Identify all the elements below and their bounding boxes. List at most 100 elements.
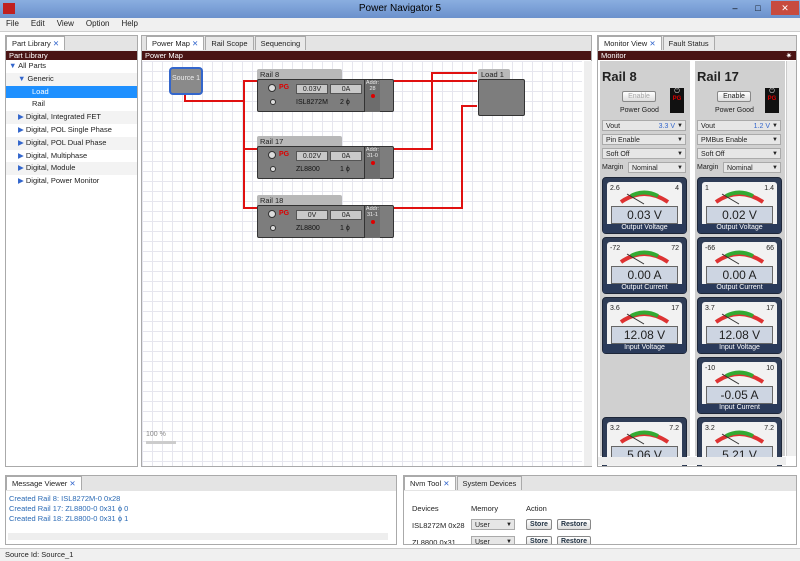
close-icon[interactable]: ✕ (649, 39, 655, 48)
gauge: -66 66 0.00 A Output Current (697, 237, 782, 294)
minimize-button[interactable]: – (725, 1, 745, 15)
rail-node[interactable]: PG 0.03V 0A ISL8272M 2 ϕ Addr: 28 (257, 79, 394, 112)
gauge-arc (619, 310, 670, 325)
voltage-readout: 0V (296, 210, 328, 220)
rail-title: Rail 17 (697, 69, 739, 84)
power-good-label: Power Good (715, 107, 754, 114)
enable-button[interactable]: Enable (717, 91, 751, 102)
gauge-arc (619, 190, 670, 205)
pg-label: PG (672, 96, 682, 102)
tree-item[interactable]: ▶ Digital, POL Dual Phase (6, 136, 137, 150)
enable-button[interactable]: Enable (622, 91, 656, 102)
restore-button[interactable]: Restore (557, 536, 591, 544)
soft-off-select[interactable]: Soft Off (602, 148, 686, 160)
led (370, 161, 375, 165)
gauge-label: Output Current (698, 284, 781, 293)
margin-select[interactable]: Nominal (723, 162, 781, 174)
nvm-tool-panel: Nvm Tool ✕ System Devices Devices Memory … (403, 475, 797, 545)
message-hscroll[interactable] (8, 533, 388, 540)
tree-item[interactable]: ▶ Digital, POL Single Phase (6, 124, 137, 137)
rail-node[interactable]: PG 0V 0A ZL8800 1 ϕ Addr: 31-1 (257, 205, 394, 238)
gauge-value: 12.08 V (611, 326, 678, 344)
margin-select[interactable]: Nominal (628, 162, 686, 174)
close-icon[interactable]: ✕ (69, 479, 75, 488)
vout-value: 3.3 V (658, 123, 675, 130)
restore-button[interactable]: Restore (557, 519, 591, 530)
margin-label: Margin (697, 164, 719, 171)
tab-system-devices[interactable]: System Devices (456, 476, 523, 490)
status-icon (270, 225, 276, 231)
gauge: -10 10 -0.05 A Input Current (697, 357, 782, 414)
tree-item[interactable]: ▶ Digital, Power Monitor (6, 175, 137, 188)
part-tree: ▼ All Parts ▼ Generic Load Rail ▶ Digita… (6, 60, 137, 188)
vout-field[interactable]: Vout 3.3 V (602, 120, 686, 132)
close-icon[interactable]: ✕ (192, 39, 198, 48)
settings-icon[interactable]: ✷ (786, 51, 792, 60)
memory-select[interactable]: User (471, 519, 515, 531)
memory-header: Memory (471, 504, 499, 513)
gauge: 2.6 4 0.03 V Output Voltage (602, 177, 687, 234)
enable-mode-select[interactable]: PMBus Enable (697, 134, 781, 146)
vout-label: Vout (606, 123, 621, 130)
tab-power-map[interactable]: Power Map ✕ (146, 36, 205, 50)
current-readout: 0A (330, 210, 362, 220)
menu-view[interactable]: View (51, 18, 80, 28)
tree-item-rail[interactable]: Rail (6, 98, 137, 111)
gauge-value: 0.03 V (611, 206, 678, 224)
enable-mode-select[interactable]: Pin Enable (602, 134, 686, 146)
title-bar: Power Navigator 5 – □ ✕ (0, 0, 800, 18)
load-node[interactable] (478, 79, 525, 116)
tree-item-load[interactable]: Load (6, 85, 137, 99)
gauge-arc (714, 250, 765, 265)
gauge-face: 3.7 17 12.08 V (702, 302, 777, 350)
tab-part-library[interactable]: Part Library ✕ (6, 36, 66, 50)
memory-select[interactable]: User (471, 536, 515, 544)
tab-message-viewer[interactable]: Message Viewer ✕ (6, 476, 82, 490)
current-readout: 0A (330, 84, 362, 94)
tab-rail-scope[interactable]: Rail Scope (205, 36, 254, 50)
chip-name: ISL8272M (296, 99, 328, 106)
power-map-header: Power Map (142, 51, 591, 60)
power-icon[interactable] (268, 84, 276, 92)
gauge-arc (714, 190, 765, 205)
vout-field[interactable]: Vout 1.2 V (697, 120, 781, 132)
tree-item[interactable]: ▶ Digital, Multiphase (6, 150, 137, 163)
source-node[interactable]: Source 1 (170, 68, 202, 94)
power-map-canvas[interactable]: Source 1 Load 1 Rail 8 PG 0.03V 0A ISL8272M 2… (142, 61, 582, 466)
tab-sequencing[interactable]: Sequencing (254, 36, 307, 50)
tree-item[interactable]: ▶ Digital, Module (6, 162, 137, 176)
vout-value: 1.2 V (753, 123, 770, 130)
soft-off-select[interactable]: Soft Off (697, 148, 781, 160)
store-button[interactable]: Store (526, 536, 552, 544)
close-button[interactable]: ✕ (771, 1, 799, 15)
monitor-hscroll[interactable] (598, 457, 786, 465)
tab-monitor-view[interactable]: Monitor View ✕ (598, 36, 662, 50)
gauge-label: Input Voltage (603, 344, 686, 353)
canvas-scrollbar[interactable] (584, 61, 592, 466)
tree-item[interactable]: ▼ All Parts (6, 60, 137, 73)
menu-help[interactable]: Help (115, 18, 143, 28)
zoom-slider[interactable] (146, 441, 176, 444)
close-icon[interactable]: ✕ (53, 39, 59, 48)
menu-option[interactable]: Option (80, 18, 116, 28)
gauge-value: 12.08 V (706, 326, 773, 344)
address-box: Addr: 31-0 (364, 147, 380, 179)
tree-item[interactable]: ▼ Generic (6, 72, 137, 86)
store-button[interactable]: Store (526, 519, 552, 530)
menu-file[interactable]: File (0, 18, 25, 28)
pg-indicator: PG (279, 84, 290, 91)
tab-nvm-tool[interactable]: Nvm Tool ✕ (404, 476, 456, 490)
gauge: 1 1.4 0.02 V Output Voltage (697, 177, 782, 234)
rail-node[interactable]: PG 0.02V 0A ZL8800 1 ϕ Addr: 31-0 (257, 146, 394, 179)
close-icon[interactable]: ✕ (443, 479, 449, 488)
pg-indicator: PG (279, 210, 290, 217)
menu-edit[interactable]: Edit (25, 18, 51, 28)
tab-fault-status[interactable]: Fault Status (662, 36, 715, 50)
power-icon[interactable] (268, 210, 276, 218)
tree-item[interactable]: ▶ Digital, Integrated FET (6, 111, 137, 124)
phase-count: 1 ϕ (340, 166, 350, 173)
power-icon[interactable] (268, 151, 276, 159)
monitor-scrollbar[interactable] (786, 61, 796, 456)
gauge-label: Output Voltage (698, 224, 781, 233)
maximize-button[interactable]: □ (748, 1, 768, 15)
